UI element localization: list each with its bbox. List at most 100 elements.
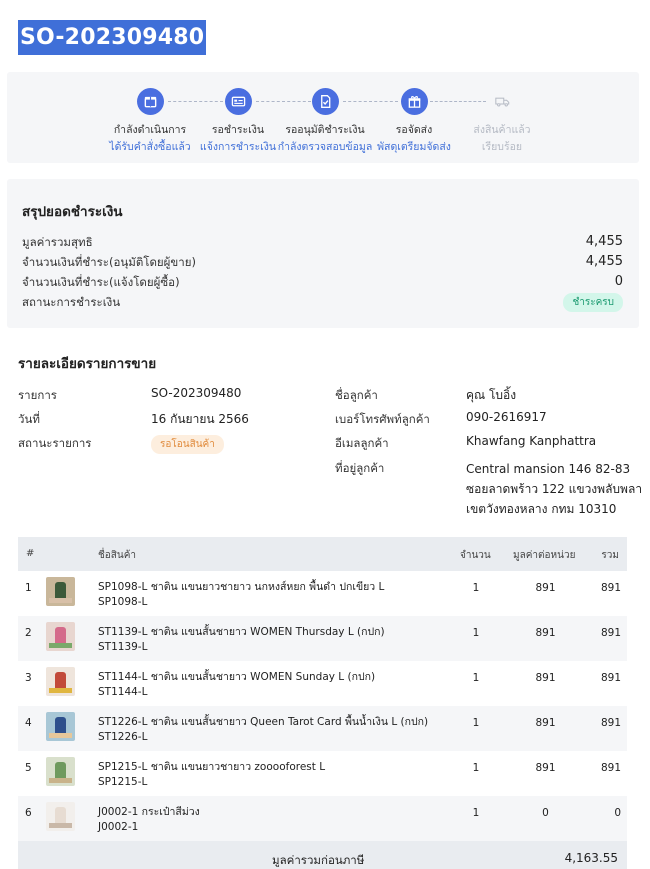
product-name: ST1226-L ชาติน แขนสั้นชายาว Queen Tarot …	[98, 715, 448, 745]
product-total: 891	[600, 717, 621, 729]
document-check-icon	[311, 88, 339, 115]
product-thumbnail[interactable]	[46, 577, 75, 606]
customer-address-value: Central mansion 146 82-83 ซอยลาดพร้าว 12…	[466, 459, 646, 519]
net-total-value: 4,455	[585, 234, 623, 249]
gift-box-icon	[400, 88, 428, 115]
table-row[interactable]: 2 ST1139-L ชาติน แขนสั้นชายาว WOMEN Thurs…	[18, 616, 627, 661]
date-label: วันที่	[18, 412, 40, 426]
product-name: SP1215-L ชาติน แขนยาวชายาว zooooforest L…	[98, 760, 448, 790]
product-name: ST1139-L ชาติน แขนสั้นชายาว WOMEN Thursd…	[98, 625, 448, 655]
table-header: # ชื่อสินค้า จำนวน มูลค่าต่อหน่วย รวม	[18, 537, 627, 571]
product-title: J0002-1 กระเป๋าสีม่วง	[98, 806, 200, 818]
row-number: 2	[25, 627, 32, 639]
table-row[interactable]: 1 SP1098-L ชาติน แขนยาวชายาว นกหงส์หยก พื…	[18, 571, 627, 616]
product-unit-price: 891	[535, 672, 556, 684]
product-quantity: 1	[472, 807, 480, 819]
product-quantity: 1	[472, 672, 480, 684]
customer-name-label: ชื่อลูกค้า	[335, 388, 378, 402]
payment-card-icon	[224, 88, 252, 115]
row-number: 5	[25, 762, 32, 774]
product-total: 891	[600, 582, 621, 594]
column-header-total: รวม	[601, 550, 619, 561]
payment-status-label: สถานะการชำระเงิน	[22, 295, 121, 309]
customer-email-value: Khawfang Kanphattra	[466, 434, 597, 448]
product-quantity: 1	[472, 717, 480, 729]
product-sku: SP1215-L	[98, 776, 148, 788]
payment-status-row: สถานะการชำระเงิน ชำระครบ	[22, 293, 623, 314]
product-unit-price: 891	[535, 627, 556, 639]
table-footer: มูลค่ารวมก่อนภาษี 4,163.55	[18, 841, 627, 869]
product-name: ST1144-L ชาติน แขนสั้นชายาว WOMEN Sunday…	[98, 670, 448, 700]
table-row[interactable]: 6 J0002-1 กระเป๋าสีม่วง J0002-1 1 0 0	[18, 796, 627, 841]
row-number: 1	[25, 582, 32, 594]
product-sku: SP1098-L	[98, 596, 148, 608]
product-thumbnail[interactable]	[46, 757, 75, 786]
reported-payment-label: จำนวนเงินที่ชำระ(แจ้งโดยผู้ซื้อ)	[22, 275, 180, 289]
table-row[interactable]: 4 ST1226-L ชาติน แขนสั้นชายาว Queen Tarot…	[18, 706, 627, 751]
net-total-row: มูลค่ารวมสุทธิ 4,455	[22, 234, 623, 254]
item-label: รายการ	[18, 388, 57, 402]
customer-name-value: คุณ โบอิ้ง	[466, 388, 517, 402]
product-unit-price: 0	[542, 807, 549, 819]
column-header-quantity: จำนวน	[460, 550, 491, 561]
product-sku: ST1226-L	[98, 731, 148, 743]
order-progress-tracker: กำลังดำเนินการ ได้รับคำสั่งซื้อแล้ว รอชำ…	[7, 72, 639, 163]
product-quantity: 1	[472, 627, 480, 639]
product-sku: ST1139-L	[98, 641, 148, 653]
column-header-number: #	[26, 548, 35, 559]
product-unit-price: 891	[535, 762, 556, 774]
customer-phone-value: 090-2616917	[466, 410, 547, 424]
approved-payment-value: 4,455	[585, 254, 623, 269]
row-number: 4	[25, 717, 32, 729]
step-title: ส่งสินค้าแล้ว	[473, 124, 531, 136]
product-unit-price: 891	[535, 717, 556, 729]
customer-email-label: อีเมลลูกค้า	[335, 436, 389, 450]
table-row[interactable]: 5 SP1215-L ชาติน แขนยาวชายาว zooooforest …	[18, 751, 627, 796]
column-header-product-name: ชื่อสินค้า	[98, 550, 137, 561]
customer-phone-label: เบอร์โทรศัพท์ลูกค้า	[335, 412, 430, 426]
step-subtitle: เรียบร้อย	[481, 141, 523, 153]
order-status-badge: รอโอนสินค้า	[151, 435, 224, 454]
product-name: J0002-1 กระเป๋าสีม่วง J0002-1	[98, 805, 448, 835]
product-thumbnail[interactable]	[46, 802, 75, 831]
product-total: 891	[600, 672, 621, 684]
product-title: SP1098-L ชาติน แขนยาวชายาว นกหงส์หยก พื้…	[98, 581, 385, 593]
product-name: SP1098-L ชาติน แขนยาวชายาว นกหงส์หยก พื้…	[98, 580, 448, 610]
item-value: SO-202309480	[151, 386, 242, 400]
subtotal-before-tax-label: มูลค่ารวมก่อนภาษี	[272, 853, 365, 867]
product-total: 0	[614, 807, 621, 819]
package-icon	[136, 88, 164, 115]
product-title: ST1226-L ชาติน แขนสั้นชายาว Queen Tarot …	[98, 716, 429, 728]
product-title: ST1139-L ชาติน แขนสั้นชายาว WOMEN Thursd…	[98, 626, 385, 638]
date-value: 16 กันยายน 2566	[151, 412, 249, 426]
product-thumbnail[interactable]	[46, 622, 75, 651]
approved-payment-label: จำนวนเงินที่ชำระ(อนุมัติโดยผู้ขาย)	[22, 255, 196, 269]
customer-address-label: ที่อยู่ลูกค้า	[335, 461, 385, 475]
product-sku: ST1144-L	[98, 686, 148, 698]
table-row[interactable]: 3 ST1144-L ชาติน แขนสั้นชายาว WOMEN Sunda…	[18, 661, 627, 706]
product-thumbnail[interactable]	[46, 667, 75, 696]
product-total: 891	[600, 762, 621, 774]
address-line: Central mansion 146 82-83	[466, 462, 631, 476]
reported-payment-row: จำนวนเงินที่ชำระ(แจ้งโดยผู้ซื้อ) 0	[22, 274, 623, 294]
subtotal-before-tax-value: 4,163.55	[564, 851, 618, 865]
address-line: เขตวังทองหลาง กทม 10310	[466, 502, 617, 516]
order-items-table: # ชื่อสินค้า จำนวน มูลค่าต่อหน่วย รวม 1 S…	[18, 537, 627, 869]
payment-summary-card: สรุปยอดชำระเงิน มูลค่ารวมสุทธิ 4,455 จำน…	[7, 179, 639, 328]
product-thumbnail[interactable]	[46, 712, 75, 741]
product-title: SP1215-L ชาติน แขนยาวชายาว zooooforest L	[98, 761, 326, 773]
payment-summary-title: สรุปยอดชำระเงิน	[22, 204, 123, 220]
row-number: 3	[25, 672, 32, 684]
approved-payment-row: จำนวนเงินที่ชำระ(อนุมัติโดยผู้ขาย) 4,455	[22, 254, 623, 274]
order-id-title: SO-202309480	[18, 20, 207, 55]
step-shipped: ส่งสินค้าแล้ว เรียบร้อย	[447, 88, 557, 155]
address-line: ซอยลาดพร้าว 122 แขวงพลับพลา	[466, 482, 643, 496]
product-quantity: 1	[472, 762, 480, 774]
payment-status-badge: ชำระครบ	[563, 293, 623, 312]
product-title: ST1144-L ชาติน แขนสั้นชายาว WOMEN Sunday…	[98, 671, 376, 683]
product-sku: J0002-1	[98, 821, 139, 833]
product-total: 891	[600, 627, 621, 639]
reported-payment-value: 0	[614, 274, 623, 289]
sale-details-title: รายละเอียดรายการขาย	[18, 356, 157, 372]
row-number: 6	[25, 807, 32, 819]
